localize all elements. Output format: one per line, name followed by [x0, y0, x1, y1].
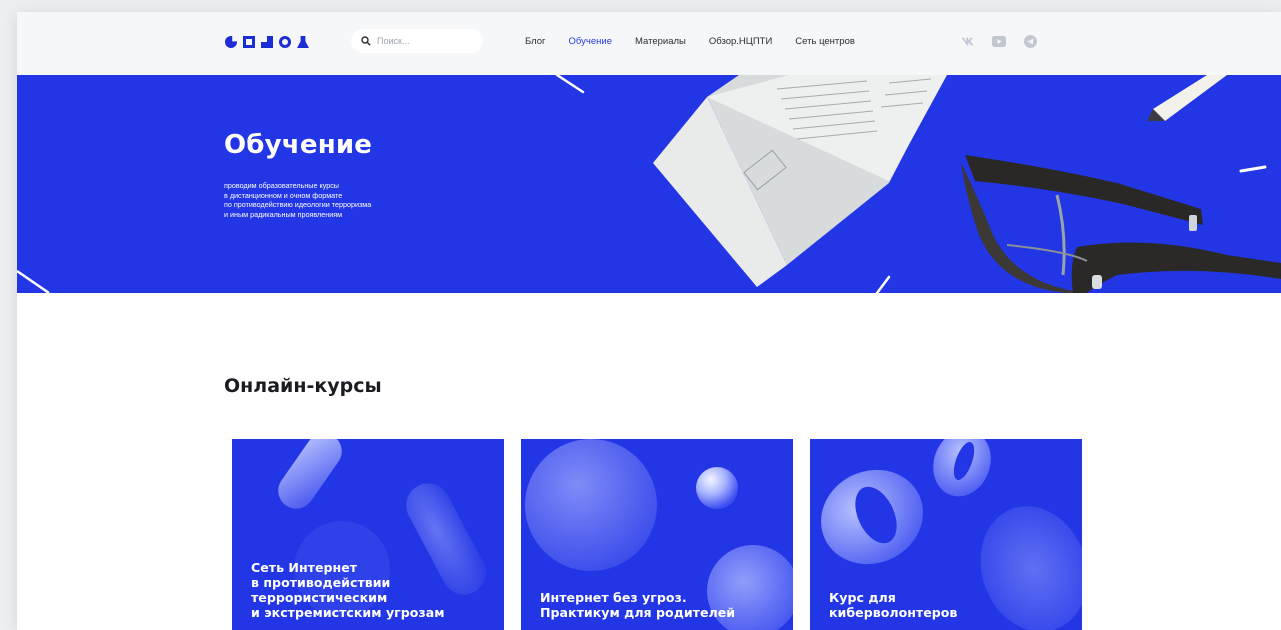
- course-title-line: Интернет без угроз.: [540, 590, 687, 605]
- telegram-icon[interactable]: [1023, 34, 1037, 48]
- course-title: Курс для кибер­волонтеров: [829, 590, 1072, 620]
- course-list: Сеть Интернет в противодействии террорис…: [232, 439, 1082, 630]
- course-title-line: кибер­волонтеров: [829, 605, 958, 620]
- hero-illustration: [17, 75, 1281, 293]
- course-title: Сеть Интернет в противодействии террорис…: [251, 560, 494, 620]
- logo-shape-2: [243, 36, 255, 48]
- nav-overview[interactable]: Обзор.НЦПТИ: [709, 36, 772, 47]
- course-title-line: террористическим: [251, 590, 388, 605]
- nav-materials[interactable]: Материалы: [635, 36, 686, 47]
- nav-blog[interactable]: Блог: [525, 36, 546, 47]
- logo-shape-5: [297, 36, 309, 48]
- logo-shape-4: [279, 36, 291, 48]
- hero-banner: Обучение проводим образовательные курсы …: [17, 75, 1281, 293]
- course-title-line: Практикум для родителей: [540, 605, 736, 620]
- site-header: Блог Обучение Материалы Обзор.НЦПТИ Сеть…: [17, 12, 1281, 75]
- page: Блог Обучение Материалы Обзор.НЦПТИ Сеть…: [17, 12, 1281, 630]
- hero-description-line: по противодействию идеологии терроризма: [224, 200, 372, 210]
- nav-education[interactable]: Обучение: [569, 36, 612, 47]
- hero-description-line: в дистанционном и очном формате: [224, 190, 343, 200]
- hero-description-line: проводим образовательные курсы: [224, 181, 339, 190]
- logo-shape-1: [225, 36, 237, 48]
- search-box: [351, 29, 483, 53]
- section-title: Онлайн-курсы: [224, 375, 382, 397]
- hero-description: проводим образовательные курсы в дистанц…: [224, 181, 464, 219]
- hero-description-line: и иным радикальным проявлениям: [224, 209, 343, 219]
- course-title-line: Сеть Интернет: [251, 560, 358, 575]
- course-title-line: и экстремистским угрозам: [251, 605, 445, 620]
- course-title-line: в противодействии: [251, 575, 391, 590]
- course-title-line: Курс для: [829, 590, 896, 605]
- course-card-cybervolunteers[interactable]: Курс для кибер­волонтеров: [810, 439, 1082, 630]
- social-links: [961, 34, 1037, 48]
- search-icon: [361, 36, 371, 46]
- course-title: Интернет без угроз. Практикум для родите…: [540, 590, 783, 620]
- logo-shape-3: [261, 36, 273, 48]
- main-nav: Блог Обучение Материалы Обзор.НЦПТИ Сеть…: [525, 36, 878, 47]
- vk-icon[interactable]: [961, 34, 975, 48]
- nav-centers-network[interactable]: Сеть центров: [795, 36, 855, 47]
- search-input[interactable]: [377, 36, 477, 46]
- site-logo[interactable]: [225, 36, 309, 48]
- course-card-internet-counteraction[interactable]: Сеть Интернет в противодействии террорис…: [232, 439, 504, 630]
- youtube-icon[interactable]: [992, 34, 1006, 48]
- course-card-internet-without-threats[interactable]: Интернет без угроз. Практикум для родите…: [521, 439, 793, 630]
- page-title: Обучение: [224, 130, 373, 160]
